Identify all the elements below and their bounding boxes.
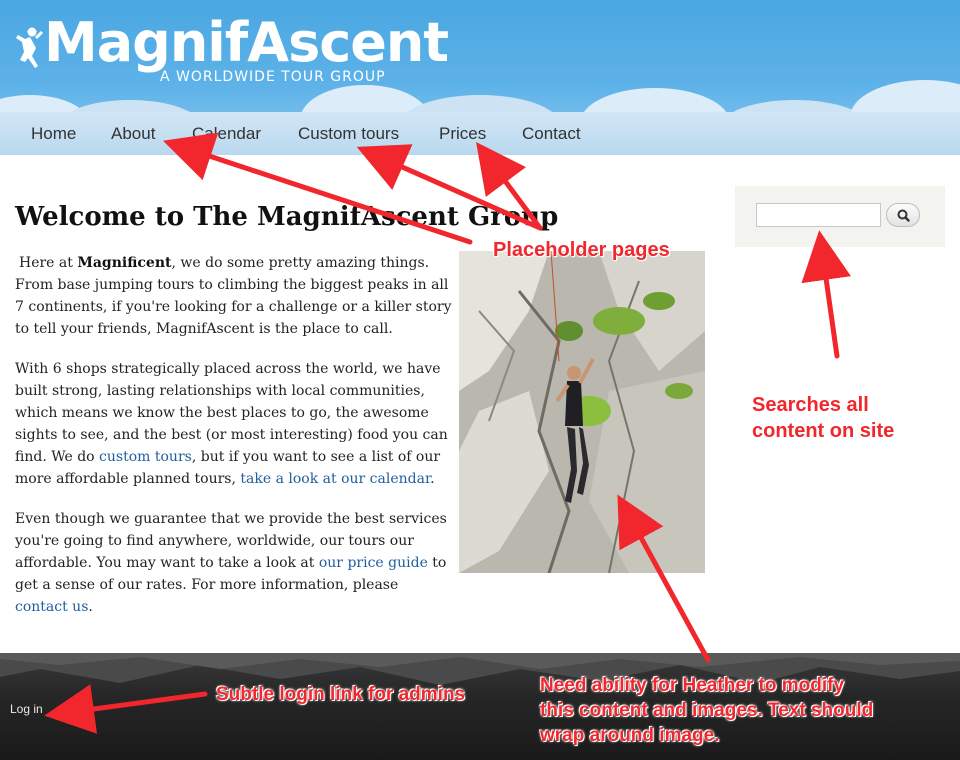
nav-item-home[interactable]: Home [31,124,76,144]
note-content-line-3: wrap around image. [540,725,720,746]
note-search: Searches all content on site [752,392,894,444]
logo-part-magnif: Magnif [44,11,248,74]
custom-tours-link[interactable]: custom tours [99,449,192,465]
nav-item-prices[interactable]: Prices [439,124,486,144]
pricing-text-3: . [88,599,93,615]
site-tagline: A WORLDWIDE TOUR GROUP [160,69,386,85]
main-content: Welcome to The MagnifAscent Group [15,200,559,234]
shops-paragraph: With 6 shops strategically placed across… [15,358,455,490]
contact-link[interactable]: contact us [15,599,88,615]
nav-item-contact[interactable]: Contact [522,124,581,144]
pricing-paragraph: Even though we guarantee that we provide… [15,508,455,618]
price-guide-link[interactable]: our price guide [319,555,428,571]
intro-lead: Here at [19,255,78,271]
note-placeholder-pages: Placeholder pages [493,239,670,261]
login-link[interactable]: Log in [10,702,43,716]
nav-item-custom-tours[interactable]: Custom tours [298,124,399,144]
climber-photo [459,251,705,573]
nav-item-calendar[interactable]: Calendar [192,124,261,144]
shops-text-3: . [430,471,435,487]
site-logo[interactable]: MagnifAscent [44,8,449,78]
note-content-line-1: Need ability for Heather to modify [540,675,845,696]
nav-item-about[interactable]: About [111,124,155,144]
calendar-link[interactable]: take a look at our calendar [240,471,430,487]
company-name: Magnificent [77,255,172,271]
search-button[interactable] [886,203,920,227]
search-icon [897,209,910,222]
search-block [735,186,945,247]
search-input[interactable] [756,203,881,227]
note-login: Subtle login link for admins [216,684,466,705]
arrow-to-search [801,230,851,359]
logo-part-ascent: Ascent [247,11,449,74]
note-content-editing: Need ability for Heather to modify this … [540,673,873,748]
note-content-line-2: this content and images. Text should [540,700,874,721]
intro-paragraph: Here at Magnificent, we do some pretty a… [15,252,455,340]
page-title: Welcome to The MagnifAscent Group [15,202,559,232]
note-search-line-2: content on site [752,420,895,442]
note-search-line-1: Searches all [752,394,869,416]
